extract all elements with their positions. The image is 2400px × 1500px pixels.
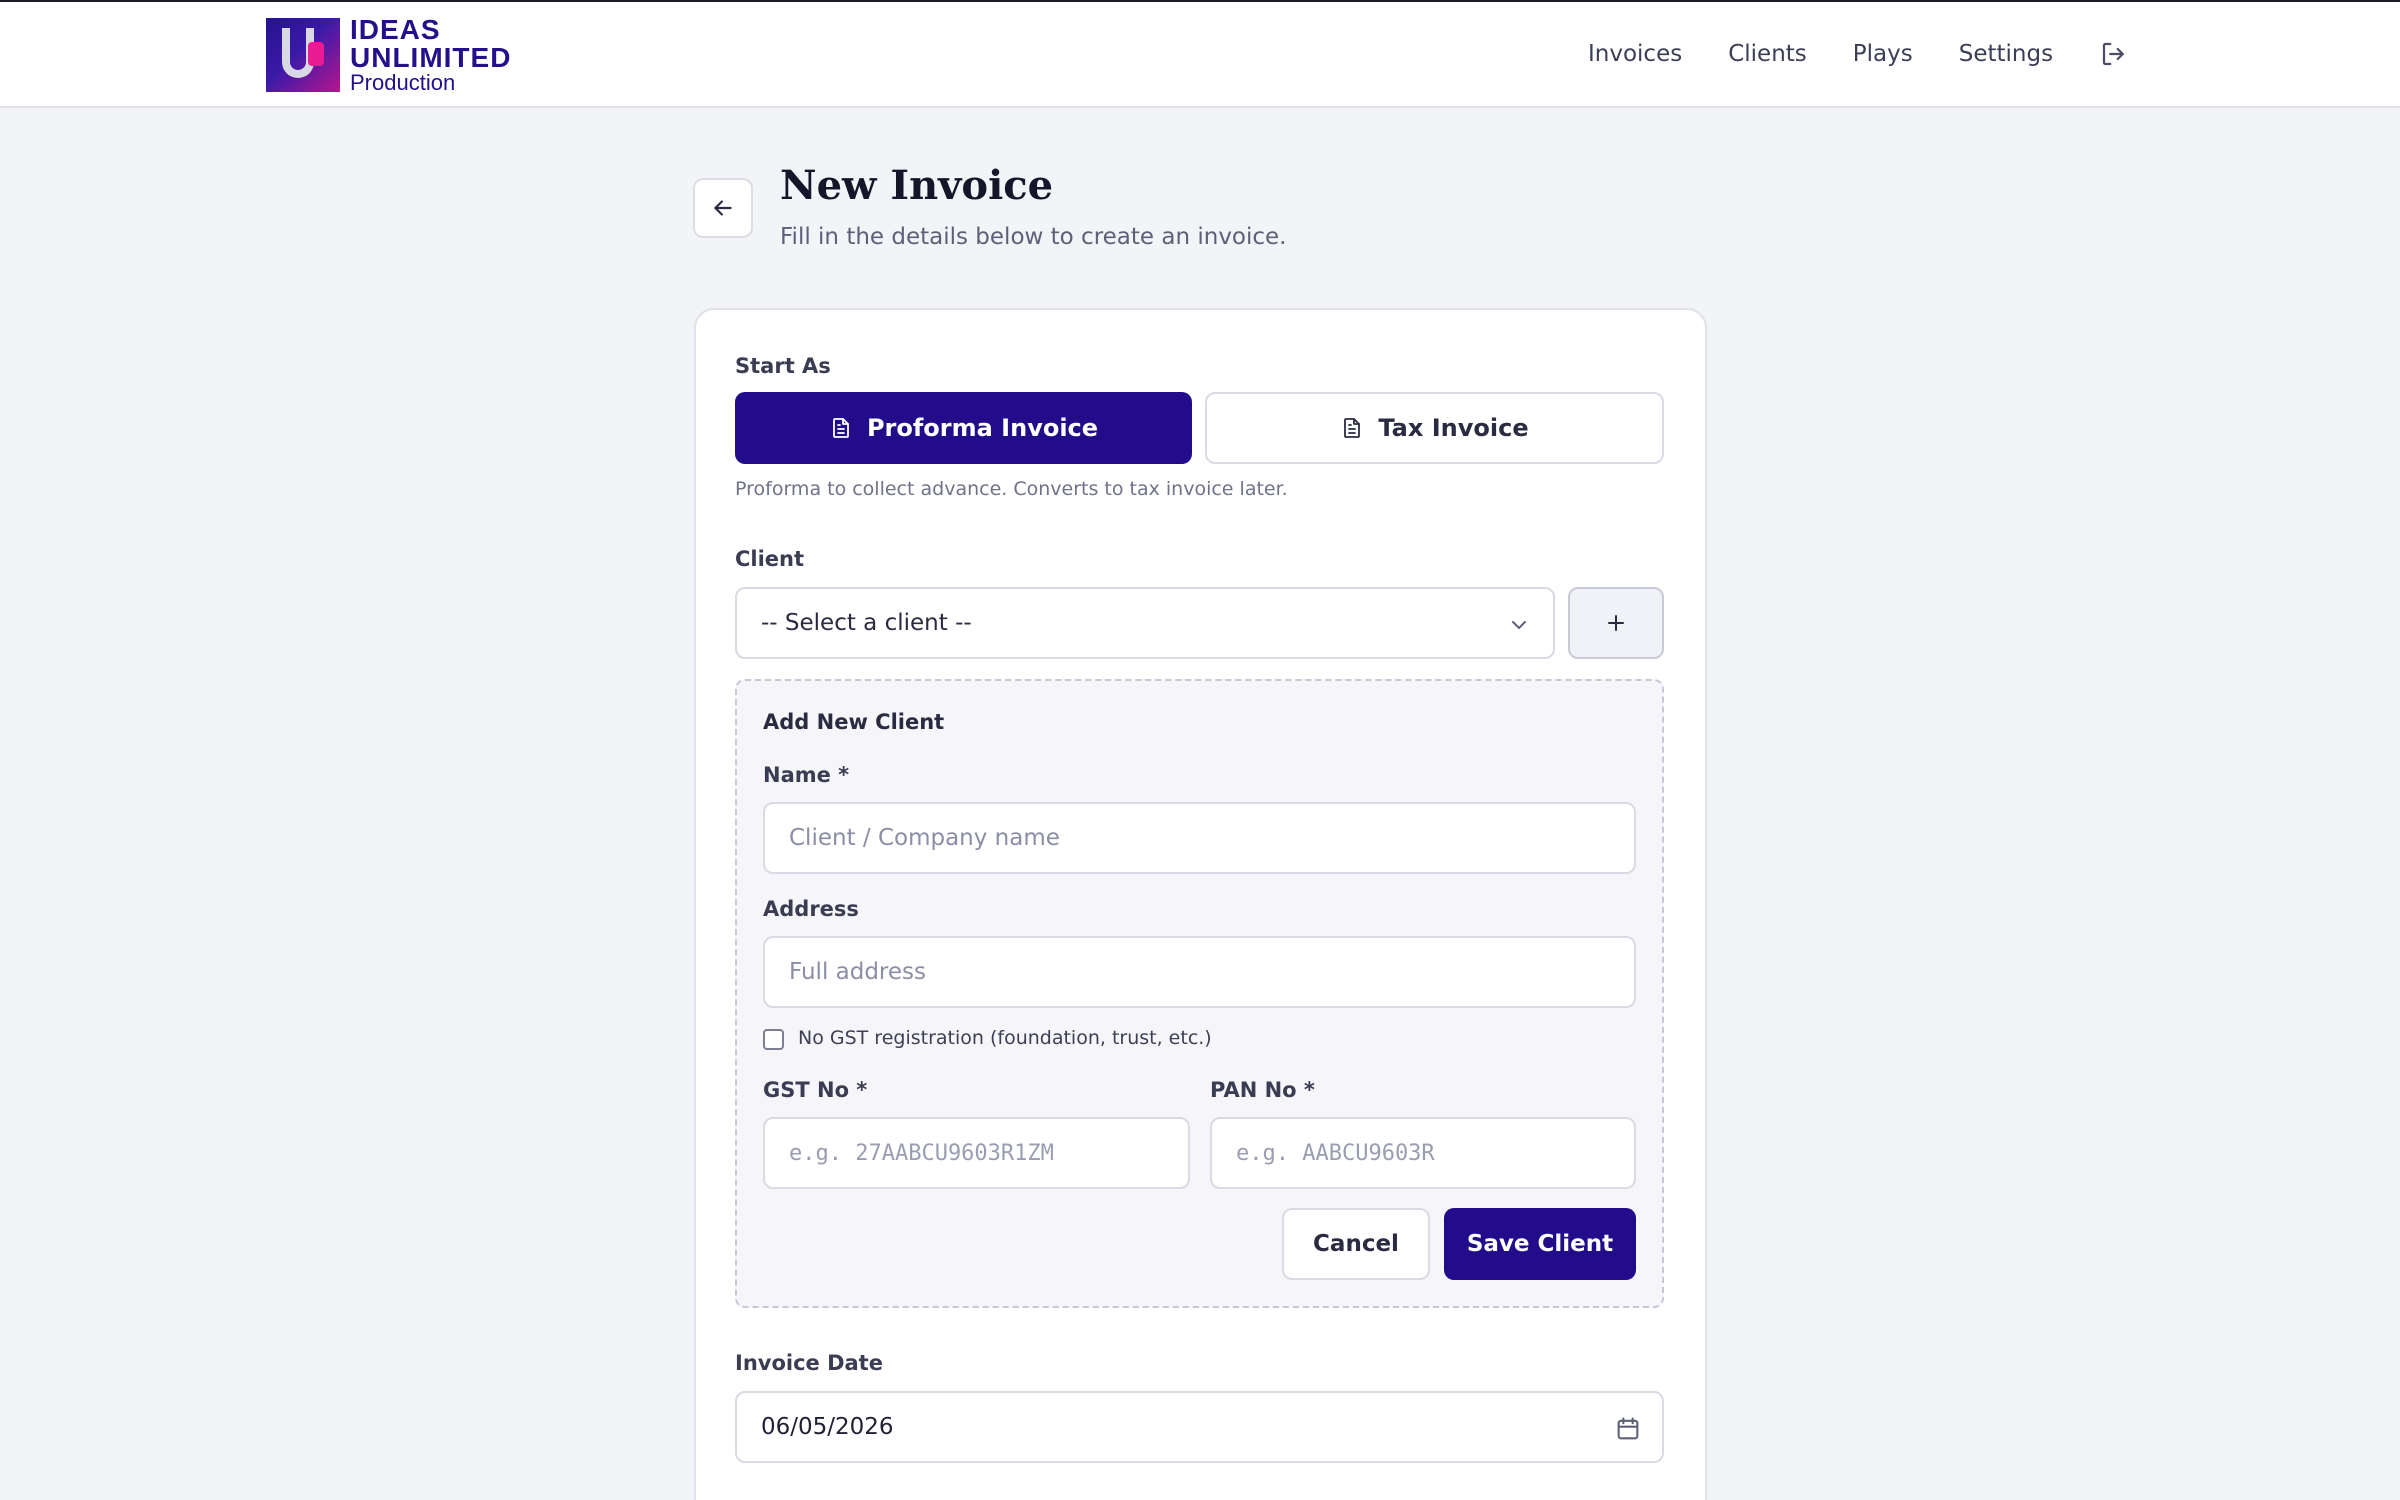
- no-gst-label[interactable]: No GST registration (foundation, trust, …: [798, 1027, 1212, 1049]
- client-select[interactable]: -- Select a client --: [735, 587, 1555, 659]
- document-icon: [1344, 418, 1361, 438]
- chevron-down-icon: [1512, 621, 1526, 629]
- address-label: Address: [763, 897, 859, 921]
- pan-label: PAN No *: [1210, 1078, 1315, 1102]
- arrow-left-icon: [714, 200, 732, 216]
- invoice-date-value: 06/05/2026: [761, 1414, 894, 1440]
- calendar-icon[interactable]: [1614, 1415, 1642, 1443]
- save-client-button[interactable]: Save Client: [1444, 1208, 1636, 1280]
- nav-invoices[interactable]: Invoices: [1588, 41, 1682, 67]
- tax-invoice-button[interactable]: Tax Invoice: [1205, 392, 1664, 464]
- page-subtitle: Fill in the details below to create an i…: [780, 224, 1287, 250]
- gst-number-input[interactable]: [763, 1117, 1190, 1189]
- brand-line-1: IDEAS: [350, 14, 441, 45]
- client-address-input[interactable]: [763, 936, 1636, 1008]
- nav-clients[interactable]: Clients: [1728, 41, 1807, 67]
- brand-wordmark: IDEAS UNLIMITED Production: [350, 16, 511, 94]
- client-select-value: -- Select a client --: [761, 610, 972, 636]
- back-button[interactable]: [693, 178, 753, 238]
- cancel-button[interactable]: Cancel: [1282, 1208, 1430, 1280]
- logout-icon[interactable]: [2099, 39, 2129, 69]
- brand-line-2: UNLIMITED: [350, 42, 512, 73]
- brand-logo[interactable]: IDEAS UNLIMITED Production: [266, 16, 511, 94]
- add-client-button[interactable]: [1568, 587, 1664, 659]
- name-label: Name *: [763, 763, 850, 787]
- start-as-hint: Proforma to collect advance. Converts to…: [735, 478, 1288, 500]
- brand-line-3: Production: [350, 70, 456, 95]
- client-label: Client: [735, 547, 805, 571]
- page-title: New Invoice: [780, 162, 1054, 209]
- tax-invoice-label: Tax Invoice: [1378, 414, 1529, 442]
- top-navbar: IDEAS UNLIMITED Production Invoices Clie…: [0, 0, 2400, 108]
- invoice-date-label: Invoice Date: [735, 1351, 883, 1375]
- nav-settings[interactable]: Settings: [1959, 41, 2053, 67]
- nav-plays[interactable]: Plays: [1853, 41, 1913, 67]
- gst-label: GST No *: [763, 1078, 868, 1102]
- proforma-invoice-label: Proforma Invoice: [866, 414, 1099, 442]
- pan-number-input[interactable]: [1210, 1117, 1636, 1189]
- document-icon: [833, 418, 849, 438]
- plus-icon: [1608, 615, 1624, 631]
- proforma-invoice-button[interactable]: Proforma Invoice: [735, 392, 1192, 464]
- no-gst-checkbox[interactable]: [763, 1029, 784, 1050]
- invoice-date-input[interactable]: 06/05/2026: [735, 1391, 1664, 1463]
- main-nav: Invoices Clients Plays Settings: [1588, 2, 2129, 106]
- client-name-input[interactable]: [763, 802, 1636, 874]
- logo-mark-icon: [266, 18, 340, 92]
- add-new-client-heading: Add New Client: [763, 710, 945, 734]
- start-as-label: Start As: [735, 354, 831, 378]
